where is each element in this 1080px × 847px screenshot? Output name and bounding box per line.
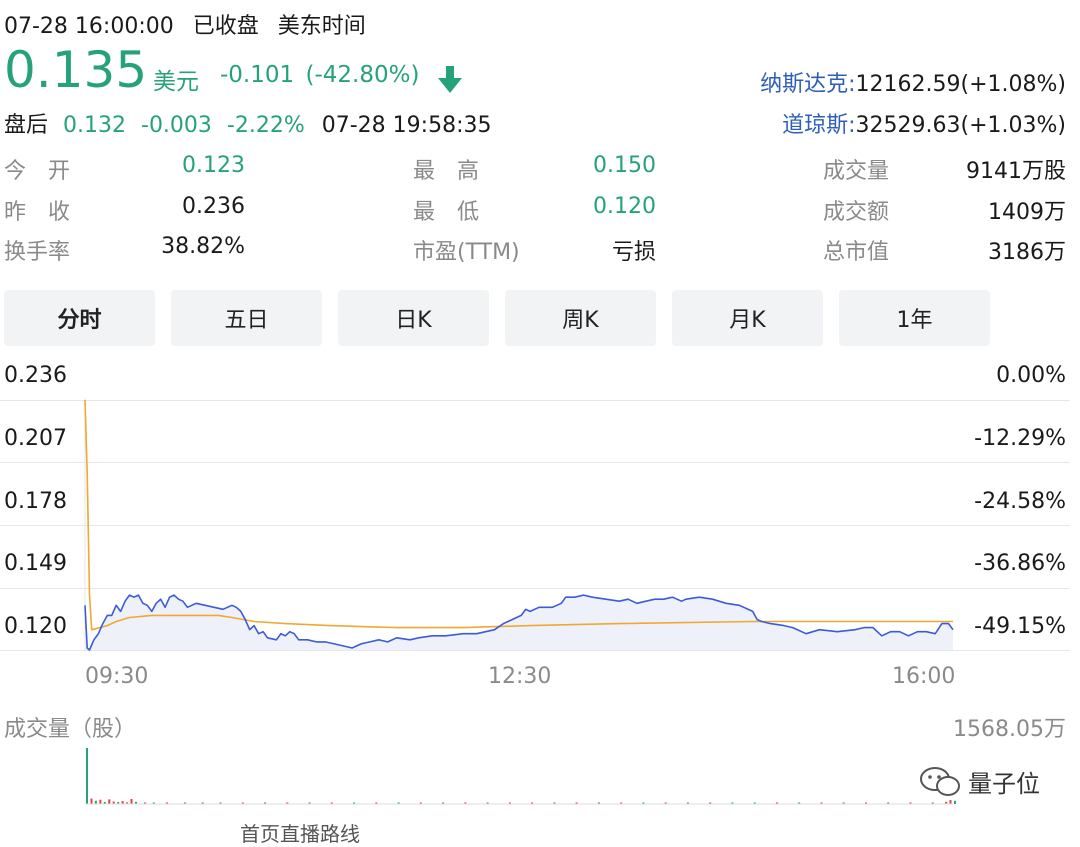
- index-dow-name: 道琼斯:: [782, 113, 856, 138]
- volume-label: 成交量（股）: [4, 717, 137, 742]
- stat-volume-value: 9141万股: [966, 159, 1066, 184]
- stat-high-label: 最 高: [413, 159, 480, 184]
- stat-amount-label: 成交额: [823, 200, 890, 225]
- footer-partial: 首页直播路线: [240, 822, 360, 846]
- after-hours-change: -0.003: [141, 113, 212, 138]
- stat-pe-label: 市盈(TTM): [413, 240, 520, 265]
- stat-high-value: 0.150: [593, 153, 656, 178]
- after-hours-row: 盘后 0.132 -0.003 -2.22% 07-28 19:58:35: [4, 107, 491, 139]
- volume-bar: [949, 800, 952, 804]
- last-price: 0.135: [4, 41, 148, 99]
- price-area-fill: [85, 595, 953, 650]
- x-tick-close: 16:00: [892, 664, 956, 689]
- volume-bar: [130, 799, 133, 804]
- tab-five-day[interactable]: 五日: [171, 290, 322, 346]
- arrow-down-icon: [438, 66, 462, 93]
- after-hours-time: 07-28 19:58:35: [321, 113, 492, 138]
- after-hours-label: 盘后: [4, 113, 49, 138]
- watermark-text: 量子位: [968, 770, 1040, 798]
- x-tick-midday: 12:30: [488, 664, 552, 689]
- intraday-price-chart[interactable]: [0, 350, 1080, 660]
- tab-one-year[interactable]: 1年: [839, 290, 990, 346]
- tab-intraday[interactable]: 分时: [4, 290, 155, 346]
- price-change: -0.101 (-42.80%): [220, 62, 419, 88]
- volume-bar: [954, 800, 956, 804]
- volume-bar: [99, 799, 102, 804]
- market-status: 已收盘: [192, 14, 259, 39]
- volume-bar: [108, 799, 111, 804]
- index-nasdaq[interactable]: 纳斯达克:12162.59(+1.08%): [760, 66, 1066, 98]
- quote-header: 07-28 16:00:00 已收盘 美东时间: [4, 8, 366, 40]
- index-nasdaq-value: 12162.59(+1.08%): [855, 72, 1066, 97]
- stat-amount-value: 1409万: [988, 200, 1066, 225]
- index-dow-value: 32529.63(+1.03%): [855, 113, 1066, 138]
- tab-monthly-k[interactable]: 月K: [672, 290, 823, 346]
- stat-turnover-value: 38.82%: [161, 234, 245, 259]
- stat-low-label: 最 低: [413, 200, 480, 225]
- price-currency: 美元: [153, 69, 199, 95]
- volume-bar: [86, 748, 88, 804]
- stat-prev-close-value: 0.236: [182, 194, 245, 219]
- stat-low-value: 0.120: [593, 194, 656, 219]
- stat-open-label: 今 开: [4, 159, 71, 184]
- timezone-label: 美东时间: [277, 14, 366, 39]
- tab-daily-k[interactable]: 日K: [338, 290, 489, 346]
- stat-pe-value: 亏损: [611, 240, 656, 265]
- stat-prev-close-label: 昨 收: [4, 200, 71, 225]
- price-change-value: -0.101: [220, 62, 295, 88]
- after-hours-change-percent: -2.22%: [226, 113, 305, 138]
- volume-bar: [90, 798, 93, 804]
- index-nasdaq-name: 纳斯达克:: [760, 72, 856, 97]
- wechat-icon: [920, 766, 960, 796]
- after-hours-price: 0.132: [63, 113, 126, 138]
- price-change-percent: (-42.80%): [305, 62, 420, 88]
- stat-turnover-label: 换手率: [4, 240, 71, 265]
- quote-datetime: 07-28 16:00:00: [4, 14, 174, 39]
- stat-market-cap-value: 3186万: [988, 240, 1066, 265]
- x-tick-open: 09:30: [85, 664, 149, 689]
- tab-weekly-k[interactable]: 周K: [505, 290, 656, 346]
- watermark: 量子位: [918, 764, 1040, 799]
- stat-volume-label: 成交量: [823, 159, 890, 184]
- stat-open-value: 0.123: [182, 153, 245, 178]
- index-dow[interactable]: 道琼斯:32529.63(+1.03%): [782, 107, 1066, 139]
- volume-max-label: 1568.05万: [953, 717, 1066, 742]
- stat-market-cap-label: 总市值: [823, 240, 890, 265]
- average-price-line: [84, 399, 953, 631]
